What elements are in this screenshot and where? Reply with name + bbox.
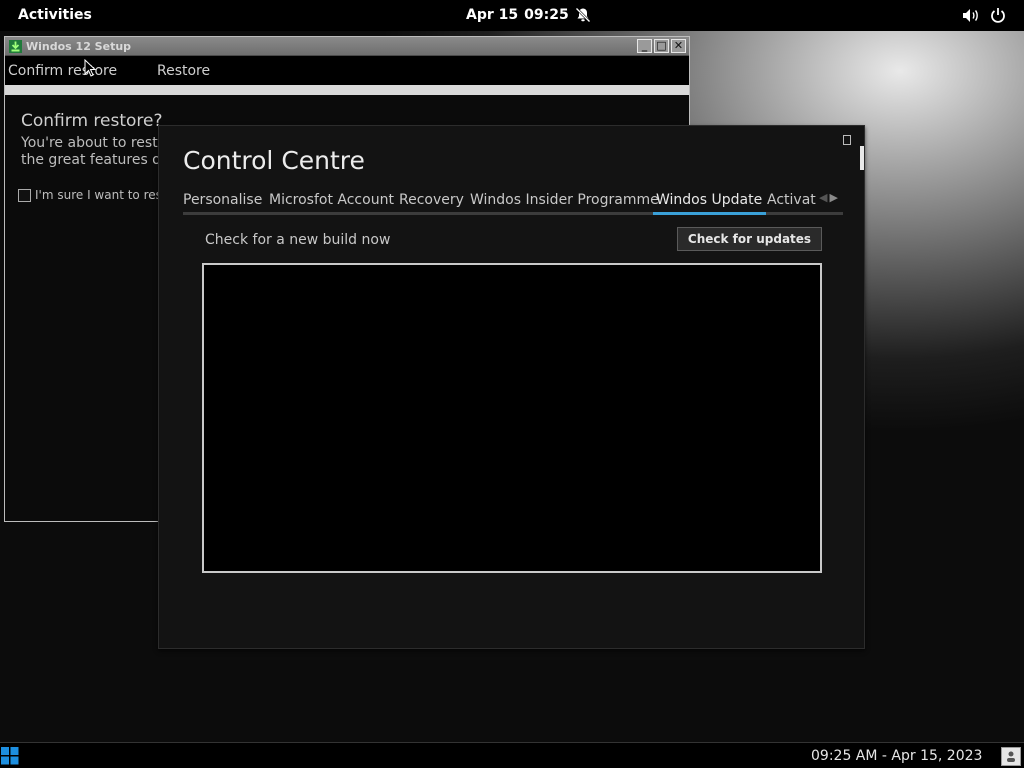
update-log-area <box>202 263 822 573</box>
control-centre-title: Control Centre <box>183 146 365 175</box>
taskbar: 09:25 AM - Apr 15, 2023 <box>0 742 1024 768</box>
control-centre-window: Control Centre Personalise Microsfot Acc… <box>158 125 865 649</box>
setup-body-line-2: the great features of <box>21 152 166 168</box>
check-build-label: Check for a new build now <box>205 232 391 248</box>
tab-activation[interactable]: Activat <box>767 192 816 208</box>
tab-confirm-restore[interactable]: Confirm restore <box>8 63 117 79</box>
restore-confirm-label[interactable]: I'm sure I want to restore <box>35 188 165 202</box>
setup-heading: Confirm restore? <box>21 111 163 131</box>
setup-tab-bar: Confirm restore Restore <box>5 57 689 84</box>
taskbar-clock[interactable]: 09:25 AM - Apr 15, 2023 <box>811 748 982 764</box>
start-icon[interactable] <box>1 747 19 765</box>
scrollbar-thumb[interactable] <box>860 146 864 170</box>
setup-progress-strip <box>5 85 689 95</box>
control-centre-tab-bar: Personalise Microsfot Account Recovery W… <box>183 188 843 216</box>
notification-icon[interactable] <box>1001 747 1021 766</box>
arrow-left-icon[interactable]: ◀ <box>819 191 827 204</box>
setup-titlebar[interactable]: Windos 12 Setup _ □ ✕ <box>5 37 689 56</box>
tab-scroll-arrows: ◀ ▶ <box>819 191 840 204</box>
minimize-icon: _ <box>641 39 648 52</box>
top-clock[interactable]: Apr 15 09:25 <box>466 7 569 23</box>
close-button[interactable]: ✕ <box>671 39 686 53</box>
activities-button[interactable]: Activities <box>18 7 92 23</box>
minimize-button[interactable]: _ <box>637 39 652 53</box>
tab-personalise[interactable]: Personalise <box>183 192 262 208</box>
restore-confirm-checkbox[interactable] <box>18 189 31 202</box>
download-icon <box>9 40 22 53</box>
bell-off-icon <box>575 7 591 23</box>
close-icon: ✕ <box>673 39 684 52</box>
arrow-right-icon[interactable]: ▶ <box>829 191 837 204</box>
tab-recovery[interactable]: Recovery <box>399 192 464 208</box>
check-for-updates-button[interactable]: Check for updates <box>677 227 822 251</box>
top-clock-date: Apr 15 <box>466 7 519 23</box>
setup-window-title: Windos 12 Setup <box>26 40 132 53</box>
tab-microsoft-account[interactable]: Microsfot Account <box>269 192 394 208</box>
tab-windos-update[interactable]: Windos Update <box>656 192 762 208</box>
volume-icon[interactable] <box>962 8 980 23</box>
setup-body-text: You're about to restore the great featur… <box>21 135 171 169</box>
top-bar: Activities Apr 15 09:25 <box>0 0 1024 31</box>
mouse-cursor-icon <box>84 59 96 77</box>
setup-body-line-1: You're about to restore <box>21 135 171 151</box>
tab-insider-programme[interactable]: Windos Insider Programme <box>470 192 659 208</box>
power-icon[interactable] <box>990 7 1006 23</box>
tab-restore[interactable]: Restore <box>157 63 210 79</box>
active-tab-indicator <box>653 212 766 215</box>
top-clock-time: 09:25 <box>524 7 569 23</box>
close-icon[interactable] <box>843 135 851 145</box>
maximize-button[interactable]: □ <box>654 39 669 53</box>
maximize-icon: □ <box>656 39 667 52</box>
